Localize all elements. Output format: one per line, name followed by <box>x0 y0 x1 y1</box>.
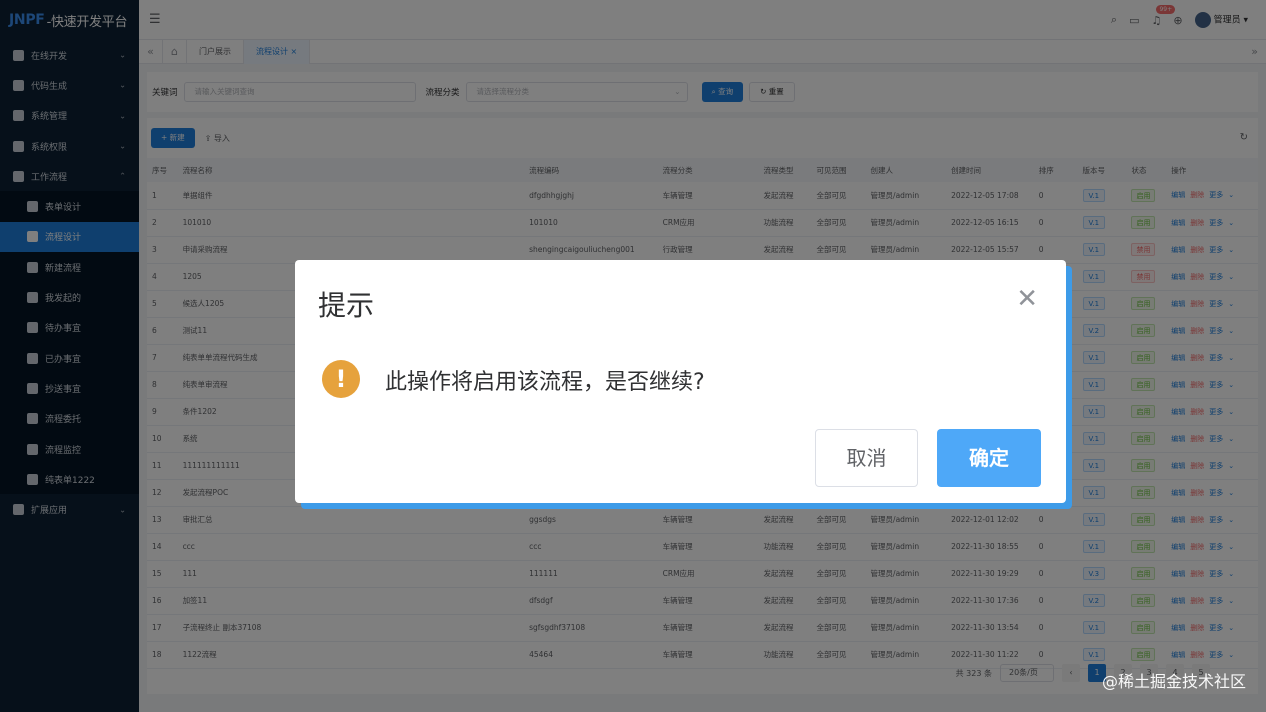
close-icon[interactable]: ✕ <box>1016 286 1038 312</box>
dialog-title: 提示 <box>318 289 375 322</box>
cancel-button[interactable]: 取消 <box>815 429 918 487</box>
watermark: @稀土掘金技术社区 <box>1101 672 1246 691</box>
confirm-button[interactable]: 确定 <box>937 429 1041 487</box>
confirm-dialog: 提示 ✕ ! 此操作将启用该流程，是否继续? 取消 确定 <box>295 260 1066 503</box>
warning-icon: ! <box>322 360 360 398</box>
dialog-message: 此操作将启用该流程，是否继续? <box>385 370 705 395</box>
